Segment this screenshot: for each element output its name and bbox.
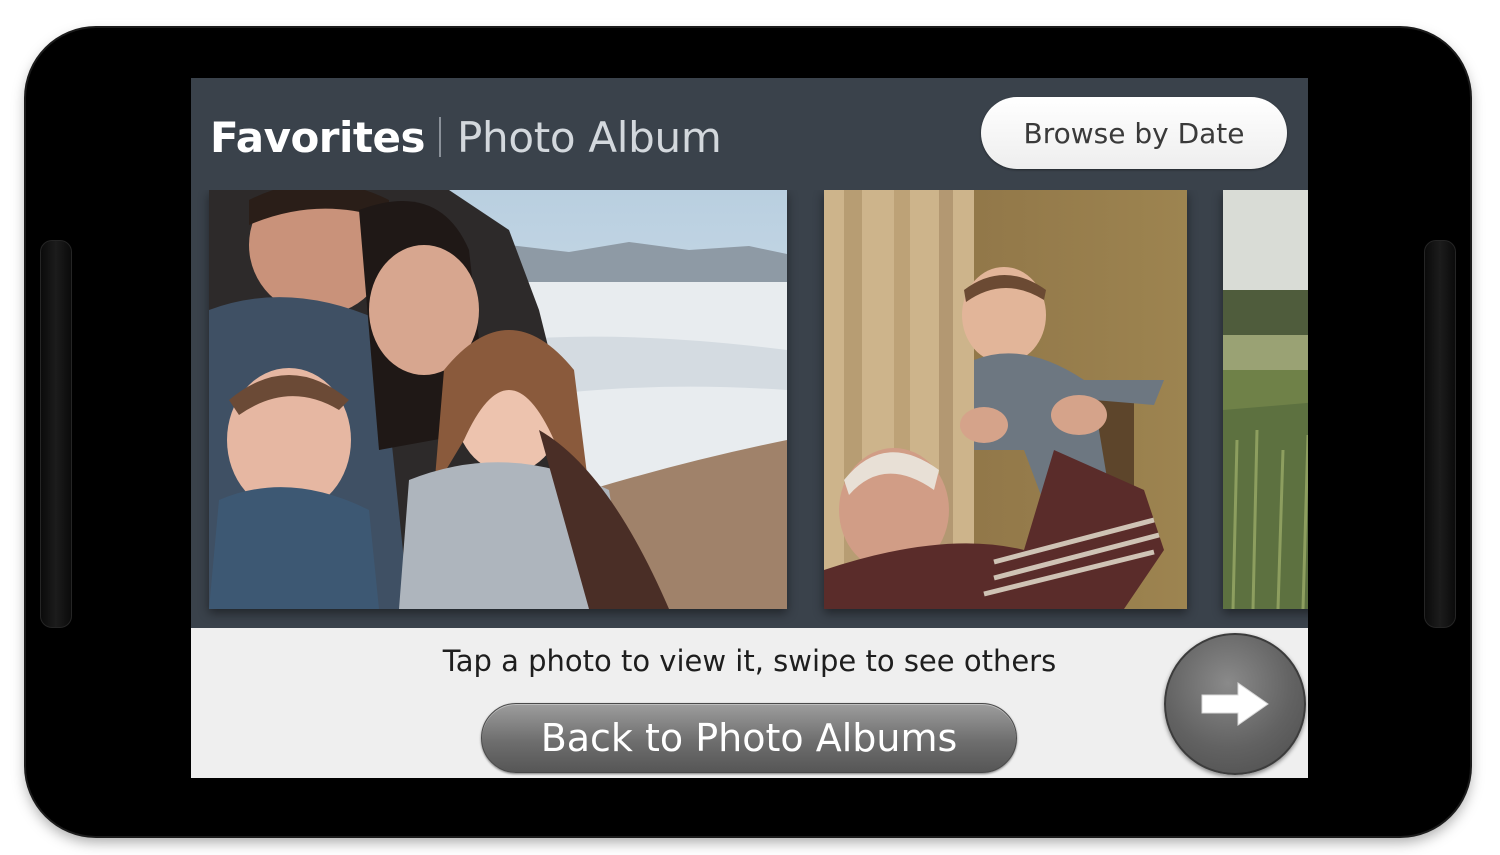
next-button[interactable] (1164, 633, 1306, 775)
title-photo-album: Photo Album (456, 112, 722, 162)
instruction-text: Tap a photo to view it, swipe to see oth… (442, 644, 1057, 678)
footer: Tap a photo to view it, swipe to see oth… (191, 628, 1308, 778)
grassy-field-photo[interactable] (1223, 190, 1308, 609)
browse-by-date-button[interactable]: Browse by Date (981, 97, 1287, 169)
title-favorites: Favorites (210, 112, 425, 162)
right-grip (1424, 240, 1456, 628)
back-to-photo-albums-button[interactable]: Back to Photo Albums (481, 703, 1017, 773)
page-title: Favorites Photo Album (210, 111, 722, 163)
family-photo[interactable] (209, 190, 787, 609)
left-grip (40, 240, 72, 628)
photo-gallery[interactable] (191, 190, 1308, 628)
grandfather-baby-photo-image (824, 190, 1187, 609)
header: Favorites Photo Album Browse by Date (191, 78, 1308, 190)
grandfather-baby-photo[interactable] (824, 190, 1187, 609)
screen: Favorites Photo Album Browse by Date Tap… (191, 78, 1308, 778)
title-divider (438, 117, 441, 157)
grassy-field-photo-image (1223, 190, 1308, 609)
family-photo-image (209, 190, 787, 609)
arrow-right-icon (1201, 682, 1269, 726)
